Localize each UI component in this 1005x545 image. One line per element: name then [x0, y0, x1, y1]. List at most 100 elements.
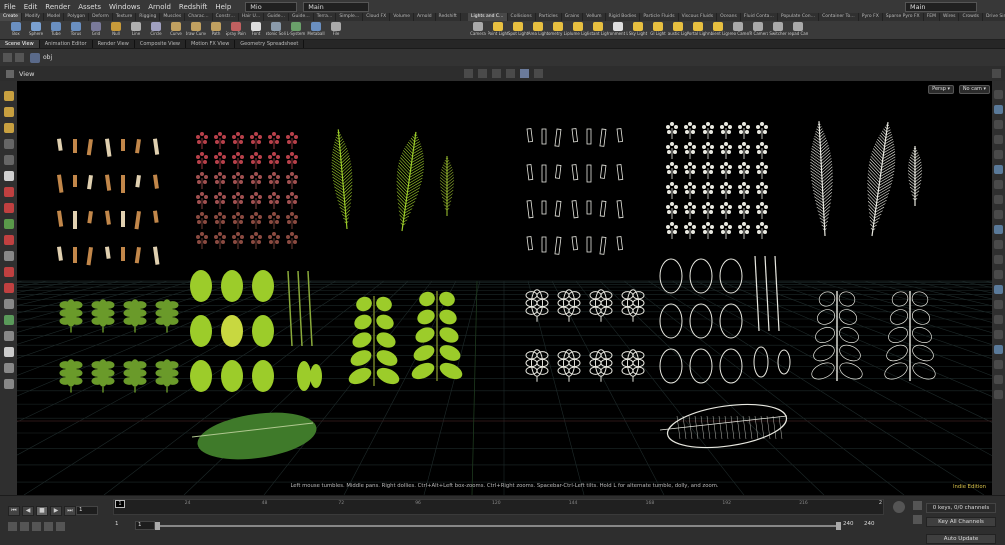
path-label[interactable]: obj	[43, 54, 52, 61]
shelf-tab[interactable]: Deform	[89, 13, 113, 21]
left-tool-icon[interactable]	[3, 187, 14, 197]
menu-item-help[interactable]: Help	[211, 3, 235, 11]
shelf-tab[interactable]: Particle Fluids	[640, 13, 679, 21]
shelf-tab[interactable]: Vellum	[583, 13, 606, 21]
right-tool-icon[interactable]	[994, 120, 1003, 129]
tool-metaball[interactable]: Metaball	[306, 21, 326, 39]
back-icon[interactable]	[3, 53, 12, 62]
pane-tab[interactable]: Composite View	[135, 40, 186, 48]
tool-switcher[interactable]: Switcher	[768, 21, 788, 39]
menu-item-edit[interactable]: Edit	[20, 3, 42, 11]
shelf-tab[interactable]: Container To…	[819, 13, 859, 21]
shelf-tab[interactable]: Pyro FX	[859, 13, 883, 21]
shelf-tab[interactable]: Rigid Bodies	[606, 13, 641, 21]
prev-frame-button[interactable]: ◀	[22, 506, 34, 516]
shelf-tab[interactable]: Collisions	[508, 13, 536, 21]
timeline-track[interactable]: 1 24 48 72 96 120 144 168 192 216 2	[113, 499, 884, 515]
shelf-tab[interactable]: Wires	[940, 13, 960, 21]
right-tool-icon[interactable]	[994, 90, 1003, 99]
left-tool-icon[interactable]	[3, 251, 14, 261]
left-tool-icon[interactable]	[3, 219, 14, 229]
shelf-tab[interactable]: Modify	[22, 13, 44, 21]
shelf-tab[interactable]: Hair U…	[239, 13, 265, 21]
range-start2-field[interactable]: 1	[135, 521, 155, 530]
right-tool-icon[interactable]	[994, 105, 1003, 114]
pane-tab[interactable]: Geometry Spreadsheet	[235, 40, 305, 48]
range-start-handle[interactable]	[155, 522, 160, 530]
right-tool-icon[interactable]	[994, 330, 1003, 339]
key-all-channels-button[interactable]: Key All Channels	[926, 517, 996, 527]
menu-item-render[interactable]: Render	[41, 3, 74, 11]
shelf-tab[interactable]: FEM	[924, 13, 940, 21]
audio-icon[interactable]	[20, 522, 29, 531]
left-tool-icon[interactable]	[3, 107, 14, 117]
range-end-field[interactable]: 240	[841, 521, 861, 530]
tool-gi-light[interactable]: GI Light	[648, 21, 668, 39]
tool-geometry-light[interactable]: Geometry Light	[548, 21, 568, 39]
tool-file[interactable]: File	[326, 21, 346, 39]
shelf-tab[interactable]: Constr…	[213, 13, 239, 21]
right-tool-icon[interactable]	[994, 345, 1003, 354]
shelf-tab[interactable]: Model	[44, 13, 65, 21]
play-button[interactable]: ▶	[50, 506, 62, 516]
left-tool-icon[interactable]	[3, 203, 14, 213]
left-tool-icon[interactable]	[3, 331, 14, 341]
tool-area-light[interactable]: Area Light	[528, 21, 548, 39]
keyframe-icon[interactable]	[913, 501, 922, 510]
right-tool-icon[interactable]	[994, 150, 1003, 159]
select-mode-icon[interactable]	[464, 69, 473, 78]
step-icon[interactable]	[44, 522, 53, 531]
shelf-tab[interactable]: Guide…	[264, 13, 290, 21]
left-tool-icon[interactable]	[3, 91, 14, 101]
right-tool-icon[interactable]	[994, 240, 1003, 249]
shelf-tab[interactable]: Charac…	[185, 13, 213, 21]
tool-portal-light[interactable]: Portal Light	[688, 21, 708, 39]
main-dropdown[interactable]: Main	[303, 1, 370, 12]
menu-item-assets[interactable]: Assets	[74, 3, 105, 11]
auto-update-button[interactable]: Auto Update	[926, 534, 996, 544]
pane-tab[interactable]: Render View	[93, 40, 135, 48]
view-menu-icon[interactable]	[6, 69, 14, 78]
right-tool-icon[interactable]	[994, 135, 1003, 144]
right-tool-icon[interactable]	[994, 300, 1003, 309]
pane-tab[interactable]: Motion FX View	[186, 40, 236, 48]
shelf-tab[interactable]: Cloud FX	[363, 13, 391, 21]
left-tool-icon[interactable]	[3, 347, 14, 357]
tool-spray-paint[interactable]: Spray Paint	[226, 21, 246, 39]
left-tool-icon[interactable]	[3, 283, 14, 293]
left-tool-icon[interactable]	[3, 235, 14, 245]
display-options-icon[interactable]	[520, 69, 529, 78]
right-tool-icon[interactable]	[994, 390, 1003, 399]
scene-viewport[interactable]: Persp ▾ No cam ▾ Left mouse tumbles. Mid…	[17, 81, 992, 495]
shelf-tab[interactable]: Redshift	[436, 13, 461, 21]
tool-gamepad-camera[interactable]: Gamepad Camera	[788, 21, 808, 39]
handle-icon[interactable]	[506, 69, 515, 78]
right-tool-icon[interactable]	[994, 285, 1003, 294]
forward-icon[interactable]	[15, 53, 24, 62]
shelf-tab[interactable]: Lights and C…	[468, 13, 508, 21]
left-tool-icon[interactable]	[3, 315, 14, 325]
tool-vr-camera[interactable]: VR Camera	[748, 21, 768, 39]
snap-icon[interactable]	[492, 69, 501, 78]
tool-draw-curve[interactable]: Draw Curve	[186, 21, 206, 39]
tool-torus[interactable]: Torus	[66, 21, 86, 39]
shelf-tab[interactable]: Arnold	[414, 13, 436, 21]
menu-item-redshift[interactable]: Redshift	[175, 3, 211, 11]
current-frame-field[interactable]: 1	[76, 506, 98, 515]
key-icon[interactable]	[893, 501, 905, 513]
viewer-settings-icon[interactable]	[992, 69, 1001, 78]
range-end2-field[interactable]: 240	[862, 521, 882, 530]
shelf-tab[interactable]: Muscles	[160, 13, 186, 21]
menu-item-file[interactable]: File	[0, 3, 20, 11]
right-tool-icon[interactable]	[994, 165, 1003, 174]
tool-ambient-light[interactable]: Ambient Light	[708, 21, 728, 39]
left-tool-icon[interactable]	[3, 379, 14, 389]
shelf-tab[interactable]: Fluid Conta…	[741, 13, 778, 21]
shelf-tab[interactable]: Particles	[536, 13, 562, 21]
shelf-tab[interactable]: Volume	[390, 13, 414, 21]
left-tool-icon[interactable]	[3, 155, 14, 165]
tool-sky-light[interactable]: Sky Light	[628, 21, 648, 39]
right-tool-icon[interactable]	[994, 270, 1003, 279]
right-tool-icon[interactable]	[994, 195, 1003, 204]
tool-box[interactable]: Box	[6, 21, 26, 39]
